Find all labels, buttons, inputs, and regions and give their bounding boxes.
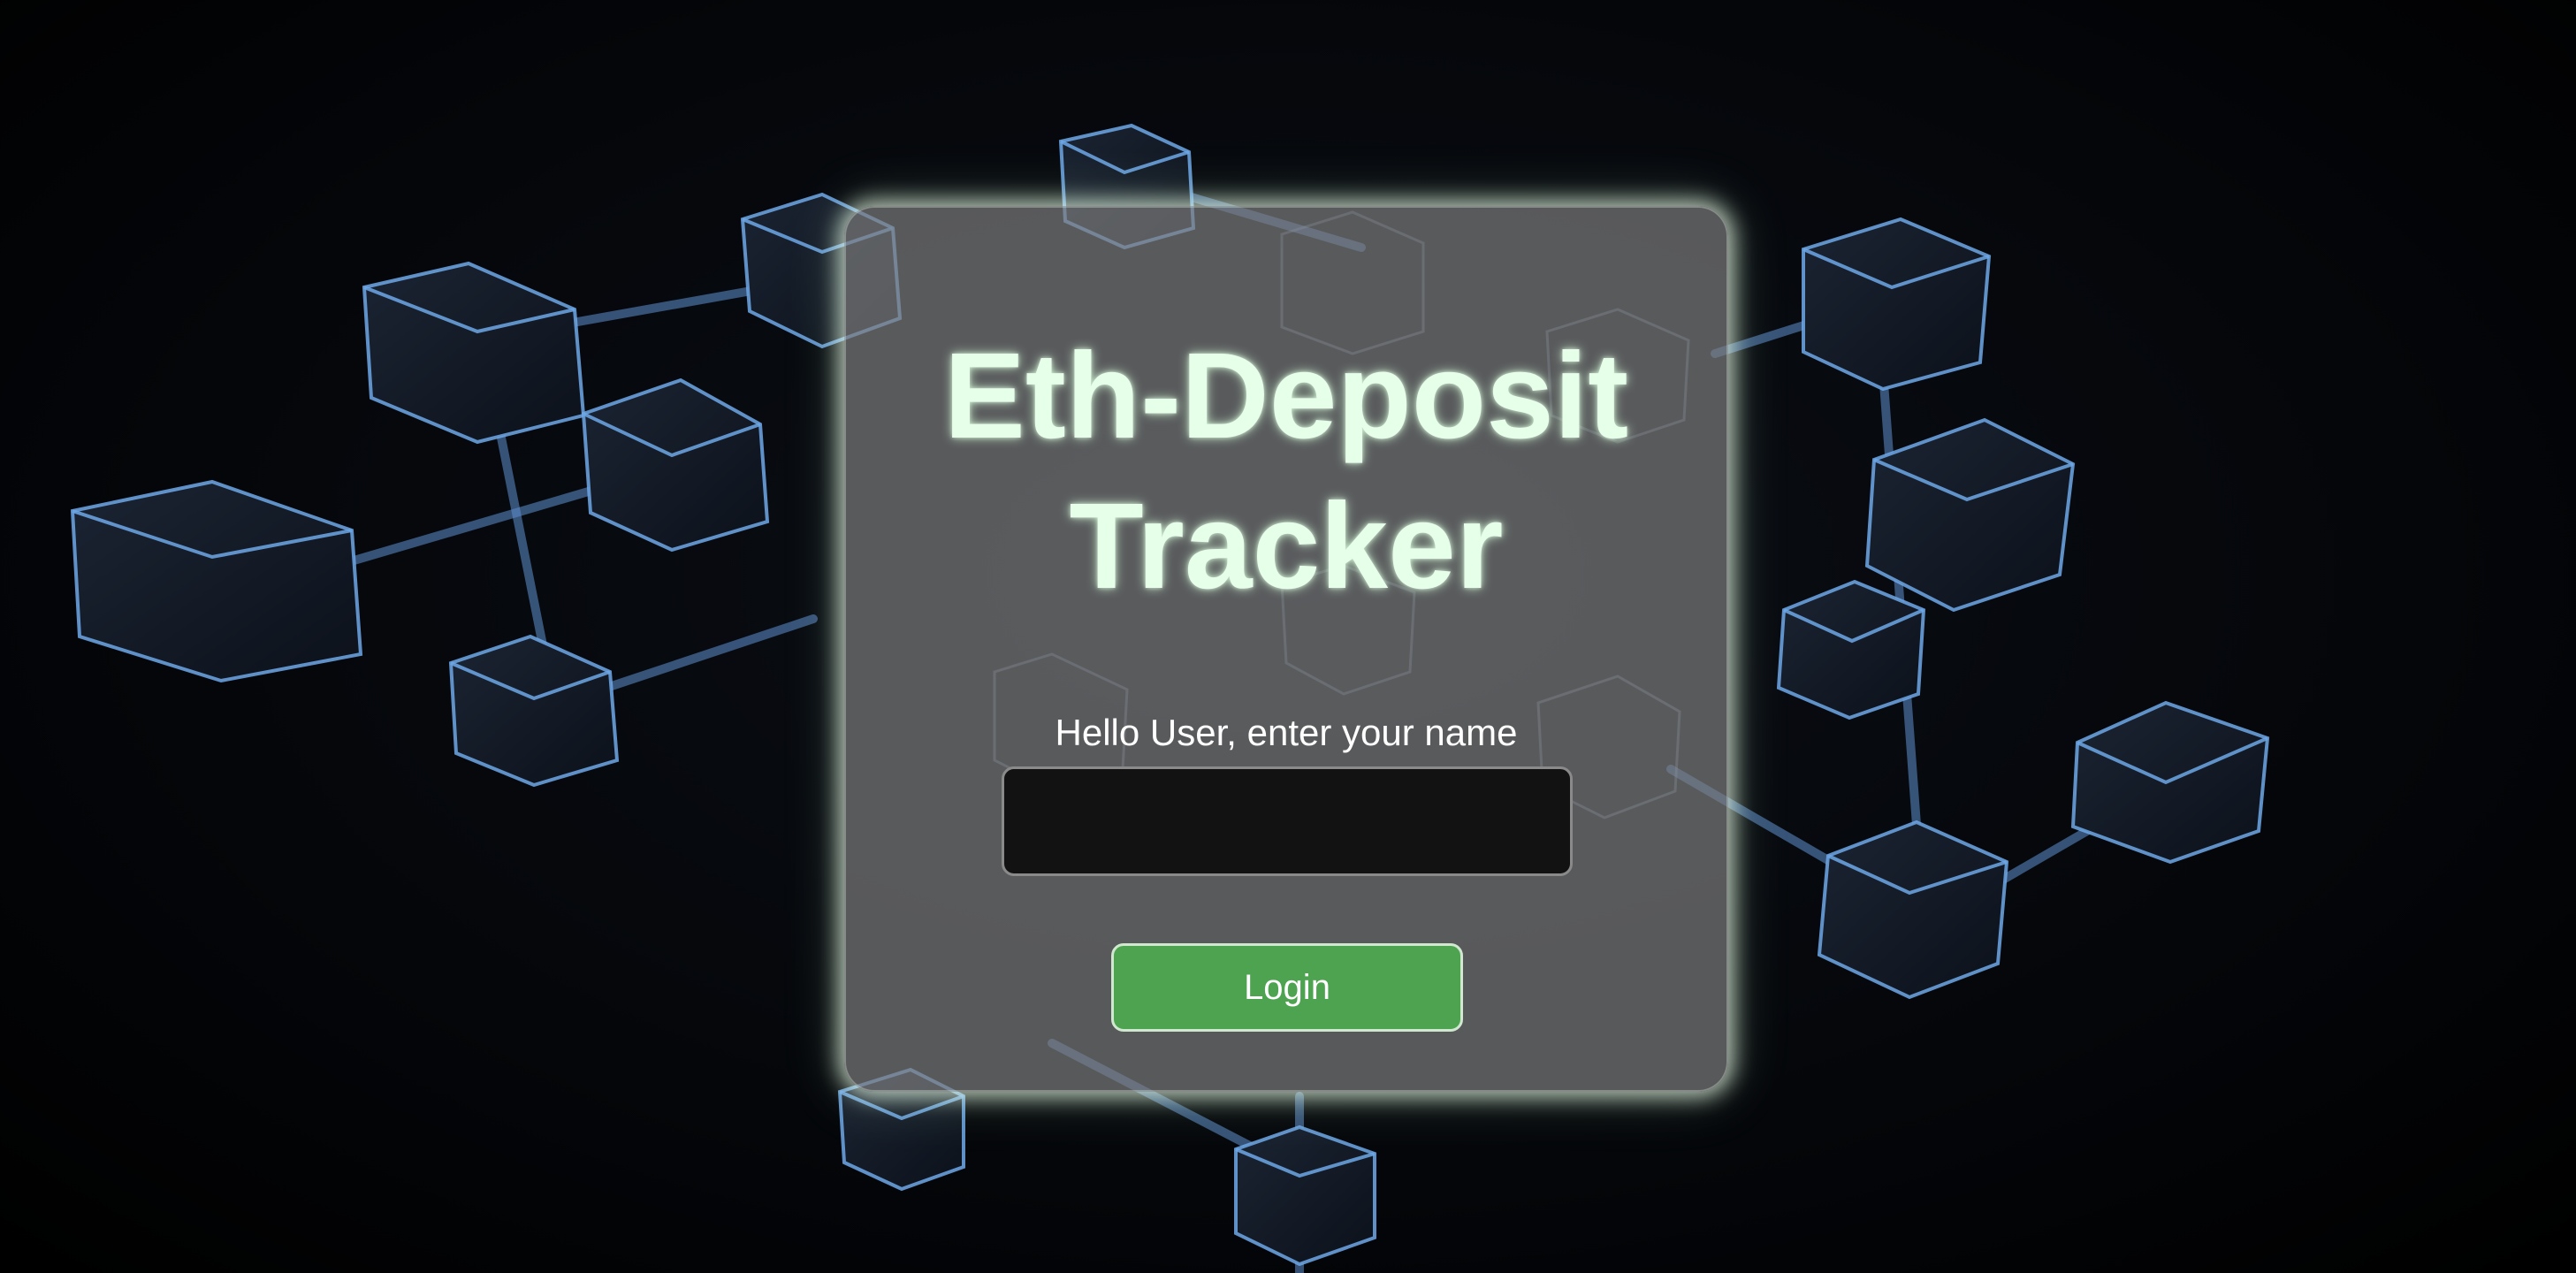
login-page: Eth-Deposit Tracker Hello User, enter yo… xyxy=(0,0,2576,1273)
name-input[interactable] xyxy=(1002,766,1573,876)
name-prompt-label: Hello User, enter your name xyxy=(1055,712,1518,753)
app-title-line2: Tracker xyxy=(1069,478,1504,614)
app-title: Eth-Deposit Tracker xyxy=(846,321,1726,621)
login-card: Eth-Deposit Tracker Hello User, enter yo… xyxy=(844,206,1728,1092)
login-button[interactable]: Login xyxy=(1111,943,1463,1032)
app-title-line1: Eth-Deposit xyxy=(943,328,1629,464)
